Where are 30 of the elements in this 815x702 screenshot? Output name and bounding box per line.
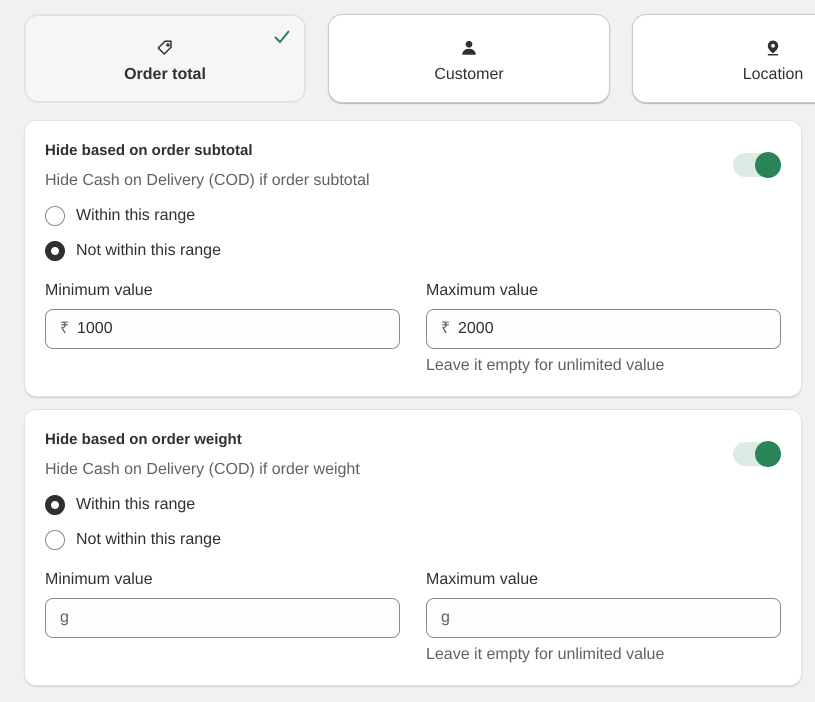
radio-label: Not within this range: [76, 530, 221, 550]
section-title: Hide based on order weight: [45, 430, 243, 450]
input-field[interactable]: g: [426, 598, 781, 638]
help-text: Leave it empty for unlimited value: [426, 356, 666, 376]
radio-button[interactable]: [45, 530, 65, 550]
tag-icon: [156, 38, 174, 56]
input-field[interactable]: ₹ 1000: [45, 309, 400, 349]
input-field[interactable]: ₹ 2000: [426, 309, 781, 349]
help-text: Leave it empty for unlimited value: [426, 645, 666, 665]
tab[interactable]: Customer: [328, 14, 610, 103]
tab[interactable]: Location: [632, 14, 815, 103]
tab[interactable]: Order total: [24, 14, 306, 103]
section-title: Hide based on order subtotal: [45, 141, 254, 161]
radio-button[interactable]: [45, 495, 65, 515]
radio-button[interactable]: [45, 241, 65, 261]
check-icon: [274, 30, 290, 44]
section-description: Hide Cash on Delivery (COD) if order weight: [45, 460, 360, 480]
person-icon: [460, 38, 478, 56]
toggle-switch[interactable]: [733, 153, 781, 177]
radio-label: Within this range: [76, 495, 196, 515]
field-label: Minimum value: [45, 570, 154, 590]
input-field[interactable]: g: [45, 598, 400, 638]
toggle-switch[interactable]: [733, 442, 781, 466]
section-description: Hide Cash on Delivery (COD) if order subtotal: [45, 171, 370, 191]
field-label: Maximum value: [426, 570, 540, 590]
field-label: Maximum value: [426, 281, 540, 301]
radio-label: Not within this range: [76, 241, 221, 261]
field-label: Minimum value: [45, 281, 154, 301]
radio-button[interactable]: [45, 206, 65, 226]
radio-label: Within this range: [76, 206, 196, 226]
